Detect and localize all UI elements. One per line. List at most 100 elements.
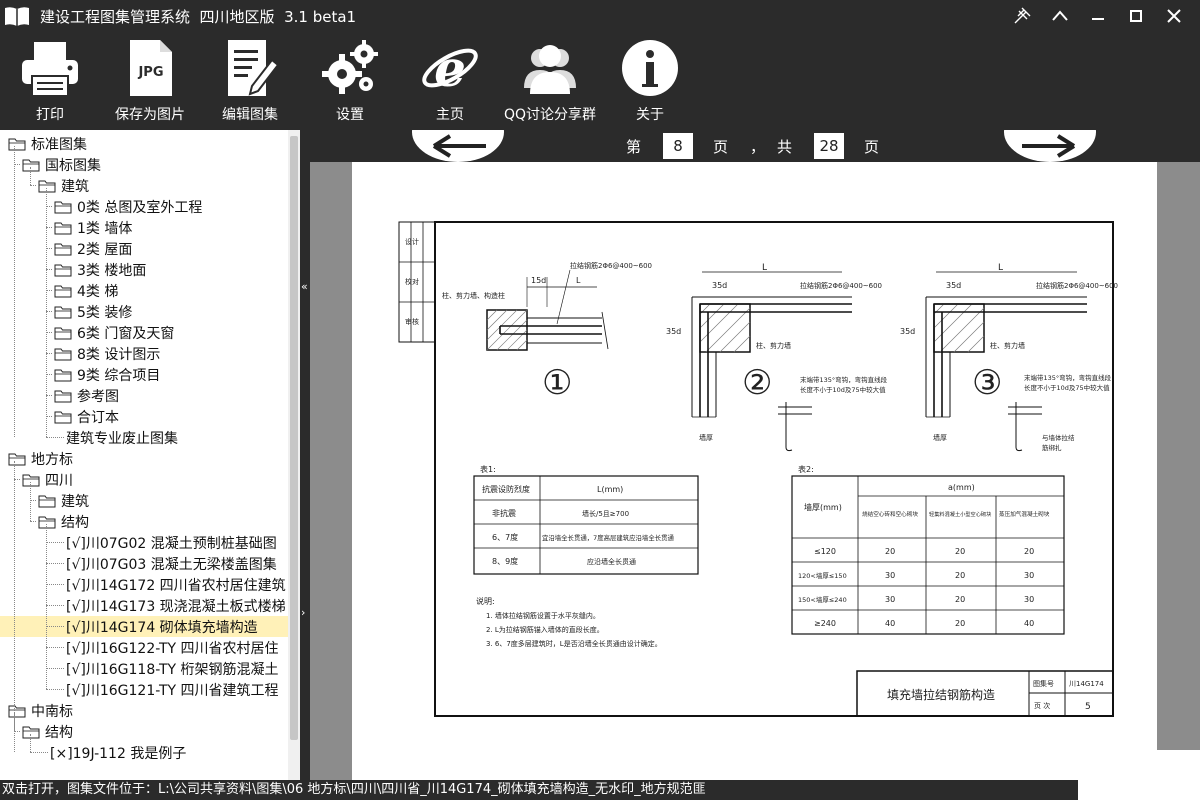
tree-branch-line: [46, 353, 52, 354]
settings-label: 设置: [336, 107, 364, 123]
tree-branch-line: [30, 185, 36, 186]
current-page-input[interactable]: 8: [663, 133, 693, 159]
home-button[interactable]: e 主页: [420, 38, 480, 124]
info-icon: [622, 40, 678, 96]
t2-col1: 轻集料混凝土小型空心砌块: [929, 510, 992, 518]
folder-icon: [22, 725, 45, 739]
tree-branch-line: [46, 563, 64, 564]
note-3: 3. 6、7度多层建筑时，L是否沿墙全长贯通由设计确定。: [486, 639, 662, 648]
tree-node[interactable]: [√]川16G121-TY 四川省建筑工程: [66, 679, 279, 700]
detail1-15d: 15d: [531, 276, 546, 285]
pin-icon[interactable]: [1010, 4, 1034, 28]
collapse-left-icon[interactable]: «: [301, 280, 308, 293]
tree-node-selected[interactable]: [√]川14G174 砌体填充墙构造: [0, 616, 288, 637]
tree-node[interactable]: [√]川14G172 四川省农村居住建筑: [66, 574, 286, 595]
tree-scrollbar[interactable]: [288, 130, 300, 780]
tree-node[interactable]: 5类 装修: [54, 301, 132, 322]
drawing-page: 设计 校对 审核 15d L 拉结钢筋2Φ6@400~600 柱、剪力墙、构造柱…: [352, 162, 1157, 780]
save-image-button[interactable]: JPG 保存为图片: [110, 38, 190, 124]
tree-node[interactable]: 建筑专业废止图集: [66, 427, 178, 448]
tree-node[interactable]: 6类 门窗及天窗: [54, 322, 174, 343]
strip-label-review: 审核: [405, 317, 419, 326]
detail2-number: ②: [742, 363, 772, 403]
folder-icon: [54, 410, 77, 424]
tree-node[interactable]: 2类 屋面: [54, 238, 132, 259]
edit-atlas-button[interactable]: 编辑图集: [220, 38, 280, 124]
tree-node[interactable]: [√]川16G118-TY 桁架钢筋混凝土: [66, 658, 279, 679]
tree-node[interactable]: 4类 梯: [54, 280, 118, 301]
expand-right-icon[interactable]: ›: [301, 606, 305, 619]
tree-branch-line: [46, 269, 52, 270]
svg-text:JPG: JPG: [137, 65, 163, 80]
tree-branch-line: [46, 395, 52, 396]
qq-group-button[interactable]: QQ讨论分享群: [500, 38, 600, 124]
detail-3: L 35d 拉结钢筋2Φ6@400~600 35d 柱、剪力墙 墙厚 ③ 末端带…: [900, 263, 1118, 452]
tree-node[interactable]: 8类 设计图示: [54, 343, 160, 364]
t2-r3c0: ≥240: [814, 619, 836, 628]
tree-branch-line: [30, 752, 48, 753]
t2-r2c1: 30: [885, 595, 895, 604]
tree-branch-line: [46, 668, 64, 669]
detail3-hook2: 长度不小于10d及75中较大值: [1024, 383, 1110, 392]
tree-node[interactable]: [×]19J-112 我是例子: [50, 742, 186, 763]
panel-splitter[interactable]: « ›: [300, 130, 310, 780]
tree-node[interactable]: [√]川07G02 混凝土预制桩基础图: [66, 532, 277, 553]
tree-node[interactable]: 0类 总图及室外工程: [54, 196, 202, 217]
next-page-button[interactable]: [1004, 130, 1096, 162]
status-bar: 双击打开，图集文件位于：L:\公司共享资料\图集\06 地方标\四川\四川省_川…: [0, 780, 1200, 800]
arrow-left-icon: [432, 134, 486, 158]
tree-node[interactable]: 建筑: [38, 490, 89, 511]
tree-guide-line: [14, 461, 15, 731]
tree-node[interactable]: 3类 楼地面: [54, 259, 146, 280]
status-tail: [1078, 780, 1200, 800]
settings-button[interactable]: 设置: [320, 38, 380, 124]
svg-text:e: e: [434, 39, 466, 98]
tree-node-label: [√]川07G03 混凝土无梁楼盖图集: [66, 556, 277, 573]
tree-node[interactable]: 9类 综合项目: [54, 364, 160, 385]
print-button[interactable]: 打印: [20, 38, 80, 124]
note-1: 1. 墙体拉结钢筋设置于水平灰缝内。: [486, 611, 600, 620]
detail1-rebar: 拉结钢筋2Φ6@400~600: [570, 261, 652, 270]
t2-r0c3: 20: [1024, 547, 1034, 556]
tree-node[interactable]: 标准图集: [8, 133, 87, 154]
prev-page-button[interactable]: [412, 130, 504, 162]
folder-icon: [38, 515, 61, 529]
folder-icon: [38, 494, 61, 508]
collapse-icon[interactable]: [1048, 4, 1072, 28]
tree-node-label: 5类 装修: [77, 304, 133, 321]
detail2-column: 柱、剪力墙: [756, 341, 791, 350]
tree-node-label: 3类 楼地面: [77, 262, 147, 279]
tree-branch-line: [46, 374, 52, 375]
tree-node[interactable]: [√]川14G173 现浇混凝土板式楼梯: [66, 595, 286, 616]
tree-node[interactable]: [√]川16G122-TY 四川省农村居住: [66, 637, 279, 658]
folder-icon: [54, 242, 77, 256]
tree-node[interactable]: 1类 墙体: [54, 217, 132, 238]
minimize-icon[interactable]: [1086, 4, 1110, 28]
tree-branch-line: [46, 416, 52, 417]
tree-branch-line: [46, 290, 52, 291]
tree-branch-line: [46, 332, 52, 333]
tree-branch-line: [14, 164, 20, 165]
table2-caption: 表2:: [798, 464, 814, 474]
tree-node[interactable]: 参考图: [54, 385, 119, 406]
tree-guide-line: [30, 734, 31, 752]
t2-header-main: 墙厚(mm): [804, 502, 842, 512]
tree-branch-line: [46, 605, 64, 606]
t2-r3c3: 40: [1024, 619, 1034, 628]
strip-label-check: 校对: [405, 277, 419, 286]
detail-1: 15d L 拉结钢筋2Φ6@400~600 柱、剪力墙、构造柱 ①: [442, 261, 652, 403]
detail1-column: 柱、剪力墙、构造柱: [442, 291, 505, 300]
tree-node[interactable]: 地方标: [8, 448, 73, 469]
detail3-tie2: 筋绑扎: [1042, 443, 1062, 452]
tree-branch-line: [46, 437, 64, 438]
tree-node[interactable]: [√]川07G03 混凝土无梁楼盖图集: [66, 553, 277, 574]
maximize-icon[interactable]: [1124, 4, 1148, 28]
about-button[interactable]: 关于: [620, 38, 680, 124]
tree-node[interactable]: 合订本: [54, 406, 119, 427]
tree-node[interactable]: 国标图集: [22, 154, 101, 175]
tree-scrollbar-thumb[interactable]: [290, 136, 298, 740]
tree-node[interactable]: 中南标: [8, 700, 73, 721]
note-2: 2. L为拉结钢筋锚入墙体的直段长度。: [486, 625, 604, 634]
tree-guide-line: [14, 713, 15, 752]
close-icon[interactable]: [1162, 4, 1186, 28]
